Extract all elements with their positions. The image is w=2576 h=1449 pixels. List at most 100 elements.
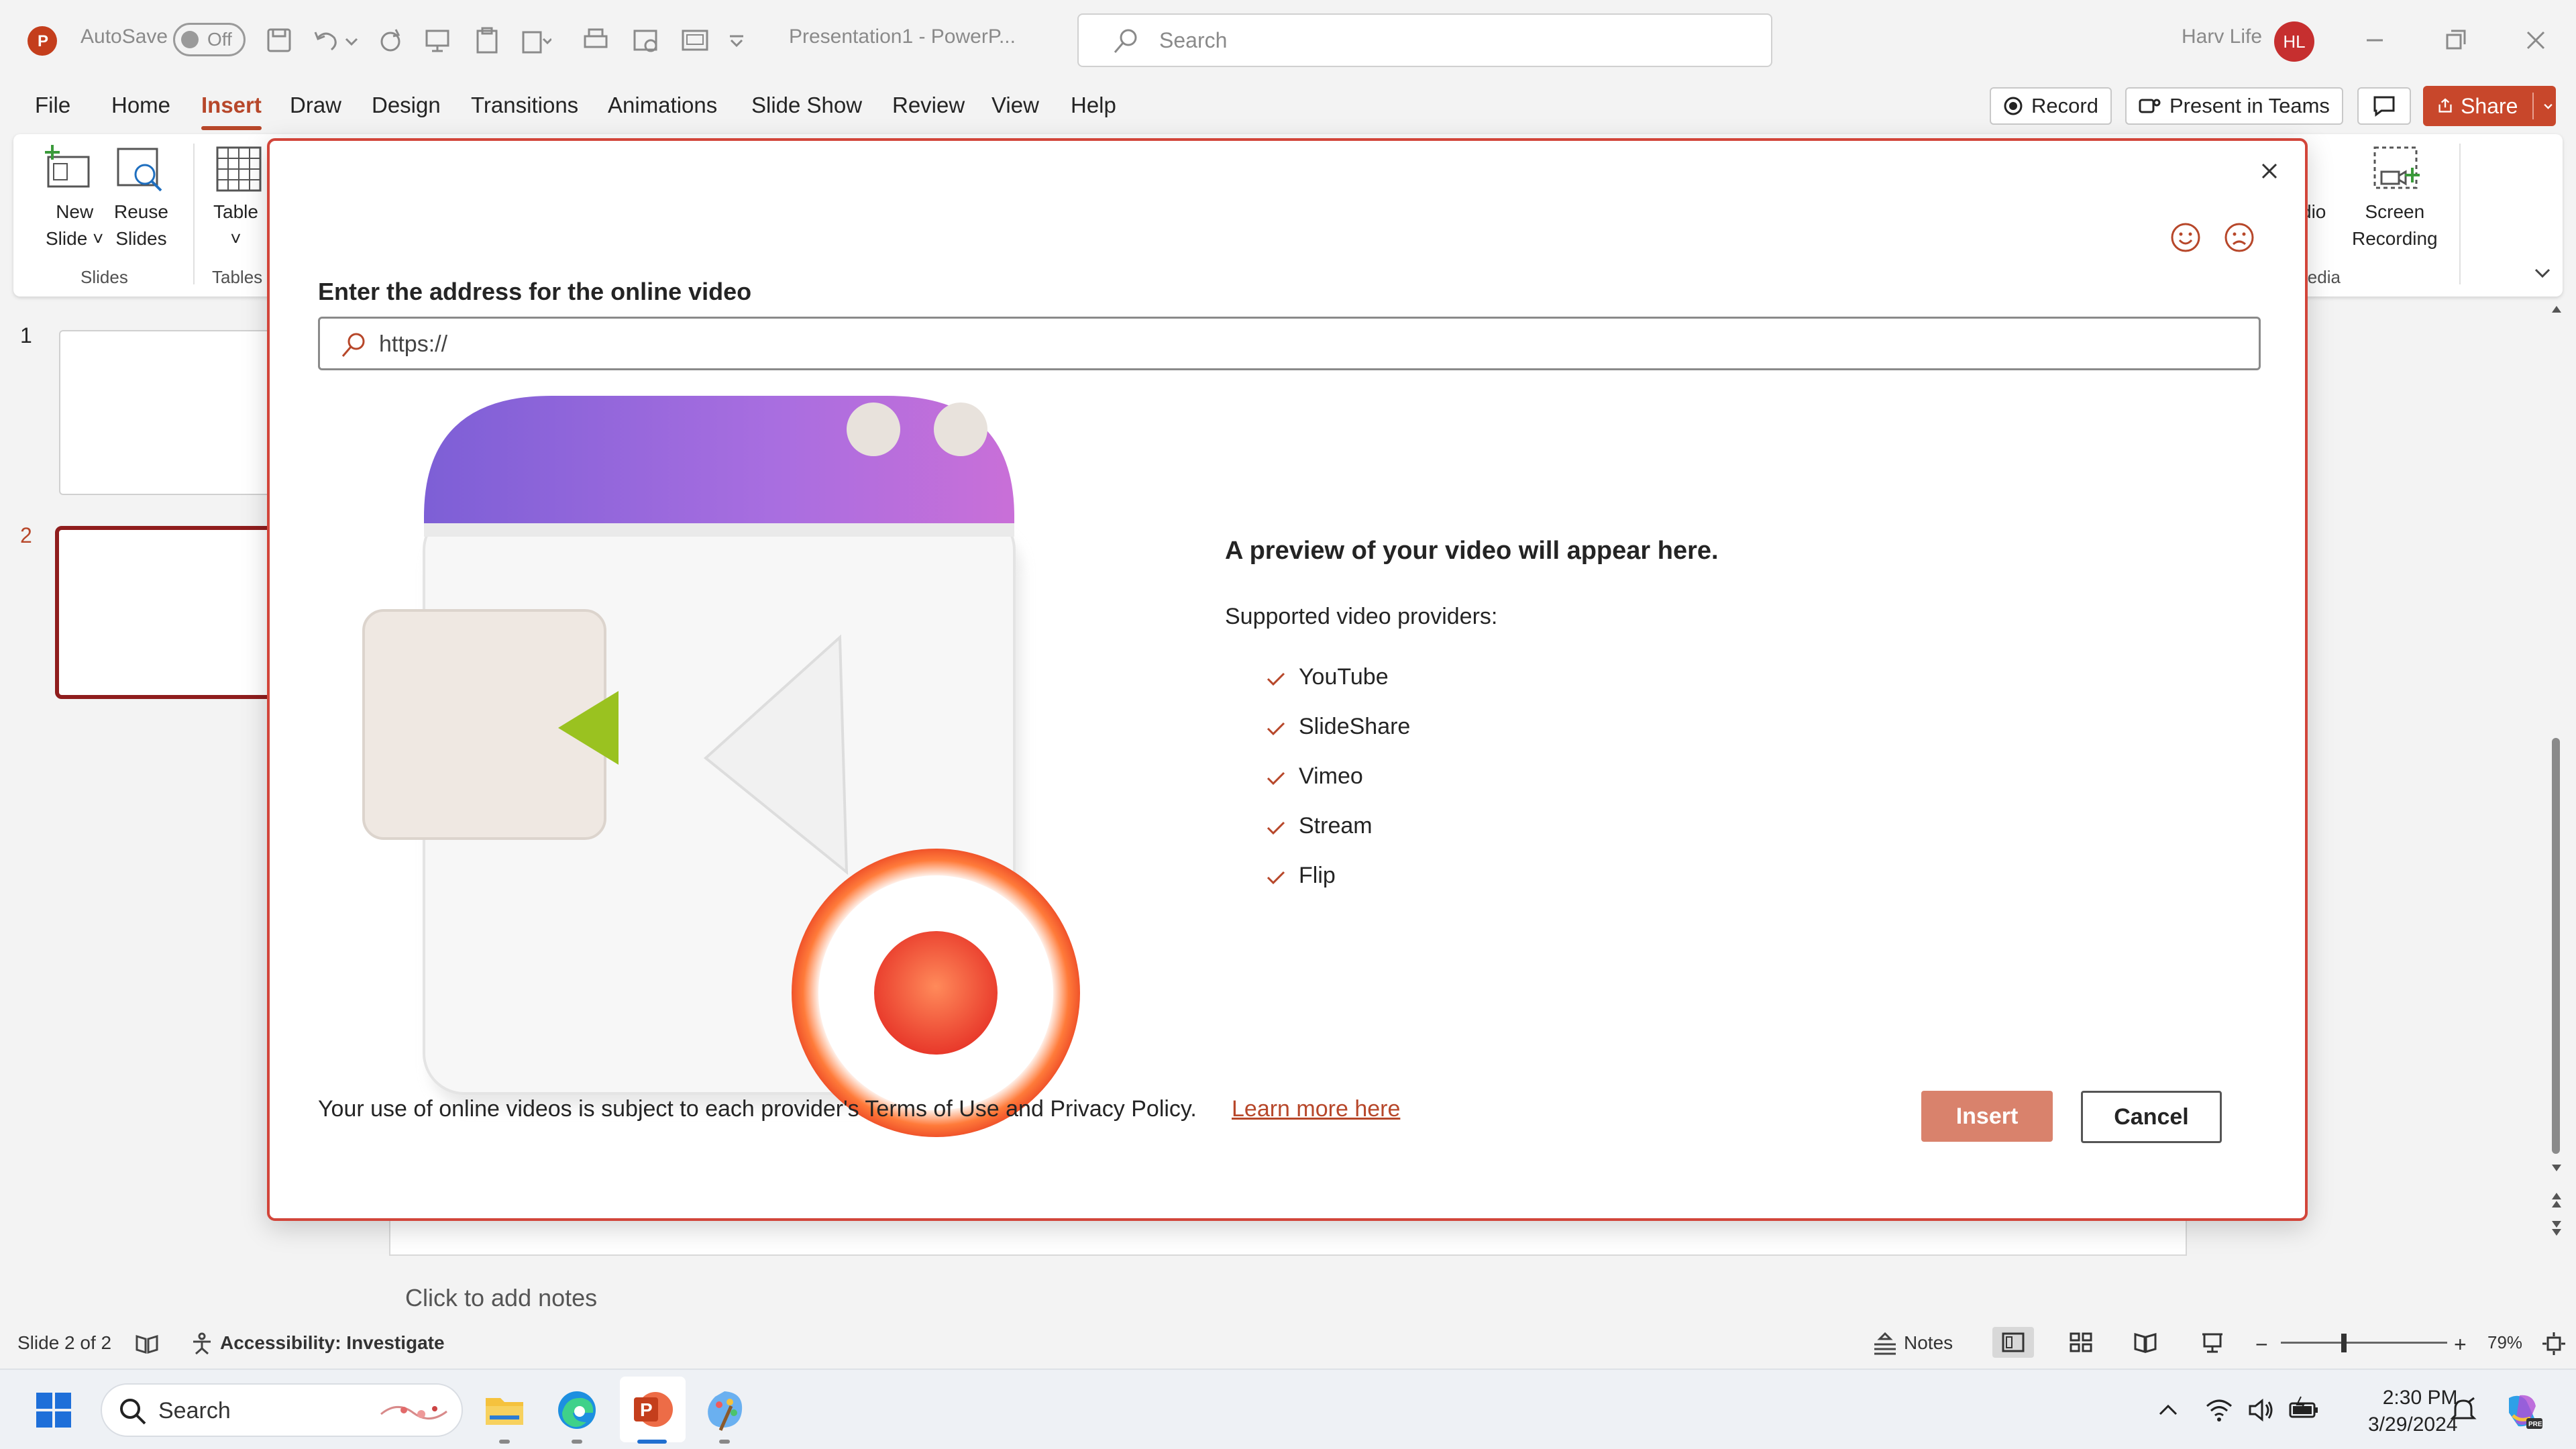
spelling-icon[interactable]: [134, 1331, 160, 1356]
dialog-close-icon[interactable]: [2253, 154, 2286, 188]
normal-view-button[interactable]: [1992, 1327, 2034, 1358]
provider-slideshare: SlideShare: [1299, 714, 1411, 739]
present-from-start-icon[interactable]: [420, 23, 455, 58]
notes-toggle-label[interactable]: Notes: [1904, 1332, 1953, 1354]
print-icon[interactable]: [578, 23, 613, 58]
slide-show-view-icon[interactable]: [2200, 1332, 2224, 1354]
share-button[interactable]: Share: [2423, 86, 2556, 126]
teams-icon: [2139, 99, 2161, 113]
cancel-button[interactable]: Cancel: [2081, 1091, 2222, 1143]
tab-help[interactable]: Help: [1071, 93, 1116, 118]
undo-dropdown-icon[interactable]: [342, 23, 361, 58]
slide-layout-icon[interactable]: [678, 23, 712, 58]
next-slide-icon[interactable]: [2549, 1214, 2564, 1241]
url-input-container[interactable]: [318, 317, 2261, 370]
ribbon-collapse-icon[interactable]: [2530, 262, 2555, 286]
save-icon[interactable]: [262, 23, 297, 58]
screen-recording-label-2: Recording: [2352, 228, 2438, 249]
fit-slide-icon[interactable]: [2541, 1331, 2567, 1356]
slide-show-icon[interactable]: [628, 23, 663, 58]
tab-insert[interactable]: Insert: [201, 93, 262, 118]
paint-app-icon[interactable]: [700, 1386, 749, 1434]
slide-sorter-icon[interactable]: [2069, 1332, 2093, 1353]
present-in-teams-button[interactable]: Present in Teams: [2125, 87, 2343, 125]
scroll-up-icon[interactable]: [2549, 302, 2564, 317]
customize-toolbar-icon[interactable]: [724, 23, 749, 58]
redo-icon[interactable]: [373, 23, 408, 58]
url-input[interactable]: [379, 325, 2244, 363]
tab-draw[interactable]: Draw: [290, 93, 341, 118]
close-window-icon[interactable]: [2516, 20, 2556, 60]
system-clock[interactable]: 2:30 PM 3/29/2024: [2368, 1385, 2457, 1438]
volume-icon[interactable]: [2246, 1395, 2275, 1425]
powerpoint-logo-icon[interactable]: P: [25, 24, 59, 58]
smile-feedback-icon[interactable]: [2167, 219, 2204, 256]
group-tables-label: Tables: [212, 267, 263, 287]
group-slides-label: Slides: [80, 267, 128, 287]
paste-icon[interactable]: [470, 23, 504, 58]
search-box[interactable]: Search: [1077, 13, 1772, 67]
comments-button[interactable]: [2357, 87, 2411, 125]
undo-icon[interactable]: [309, 23, 343, 58]
tab-animations[interactable]: Animations: [608, 93, 717, 118]
chevron-down-icon[interactable]: [2540, 96, 2556, 116]
insert-button[interactable]: Insert: [1921, 1091, 2053, 1142]
scroll-down-icon[interactable]: [2549, 1161, 2564, 1175]
status-bar: Slide 2 of 2 Accessibility: Investigate …: [0, 1327, 2576, 1360]
file-explorer-icon[interactable]: [480, 1386, 529, 1434]
reading-view-icon[interactable]: [2133, 1332, 2157, 1353]
windows-start-icon[interactable]: [30, 1386, 78, 1434]
tab-design[interactable]: Design: [372, 93, 441, 118]
zoom-slider[interactable]: [2281, 1342, 2447, 1344]
notes-pane[interactable]: [389, 1261, 2536, 1328]
running-indicator: [572, 1440, 582, 1444]
zoom-slider-thumb[interactable]: [2341, 1334, 2347, 1352]
notes-placeholder[interactable]: Click to add notes: [405, 1284, 597, 1312]
restore-icon[interactable]: [2435, 20, 2475, 60]
minimize-icon[interactable]: [2355, 20, 2395, 60]
new-slide-icon[interactable]: [42, 141, 95, 195]
taskbar: Search P 2:30 PM 3/29/2024 PRE: [0, 1368, 2576, 1449]
screen-recording-icon[interactable]: [2368, 141, 2426, 199]
tab-transitions[interactable]: Transitions: [471, 93, 578, 118]
learn-more-link[interactable]: Learn more here: [1232, 1096, 1400, 1122]
vertical-scrollbar[interactable]: [2546, 295, 2567, 1248]
running-indicator: [499, 1440, 510, 1444]
title-bar: P AutoSave Off Presentation1 - PowerP...…: [0, 0, 2576, 80]
table-button[interactable]: Table ˅: [213, 199, 258, 252]
zoom-in-button[interactable]: +: [2454, 1332, 2467, 1357]
user-name[interactable]: Harv Life: [2182, 25, 2262, 48]
tab-review[interactable]: Review: [892, 93, 965, 118]
record-button[interactable]: Record: [1990, 87, 2112, 125]
autosave-toggle[interactable]: Off: [173, 23, 246, 56]
accessibility-icon[interactable]: [189, 1331, 215, 1356]
edge-icon[interactable]: [553, 1386, 601, 1434]
new-slide-button[interactable]: New Slide ˅: [46, 199, 103, 252]
scrollbar-thumb[interactable]: [2552, 738, 2560, 1154]
taskbar-search[interactable]: Search: [101, 1383, 463, 1437]
wifi-icon[interactable]: [2204, 1395, 2234, 1425]
previous-slide-icon[interactable]: [2549, 1187, 2564, 1214]
reuse-slides-icon[interactable]: [114, 145, 168, 195]
screen-recording-button[interactable]: Screen Recording: [2352, 199, 2438, 252]
zoom-out-button[interactable]: −: [2255, 1332, 2268, 1357]
accessibility-status[interactable]: Accessibility: Investigate: [220, 1332, 445, 1354]
zoom-level[interactable]: 79%: [2487, 1332, 2522, 1353]
frown-feedback-icon[interactable]: [2220, 219, 2258, 256]
notes-icon[interactable]: [1872, 1331, 1898, 1356]
tab-home[interactable]: Home: [111, 93, 170, 118]
tab-view[interactable]: View: [991, 93, 1039, 118]
battery-icon[interactable]: [2288, 1395, 2321, 1425]
powerpoint-taskbar-button[interactable]: P: [620, 1377, 686, 1442]
chevron-up-icon[interactable]: [2155, 1397, 2182, 1424]
slide-thumbnail-2[interactable]: [55, 526, 283, 699]
table-icon[interactable]: [213, 144, 264, 195]
notifications-icon[interactable]: [2449, 1395, 2478, 1425]
copilot-icon[interactable]: PRE: [2500, 1389, 2544, 1433]
slide-thumbnail-1[interactable]: [59, 330, 280, 495]
avatar[interactable]: HL: [2274, 21, 2314, 62]
paste-options-icon[interactable]: [517, 23, 551, 58]
reuse-slides-button[interactable]: Reuse Slides: [114, 199, 168, 252]
tab-file[interactable]: File: [35, 93, 70, 118]
tab-slide-show[interactable]: Slide Show: [751, 93, 862, 118]
